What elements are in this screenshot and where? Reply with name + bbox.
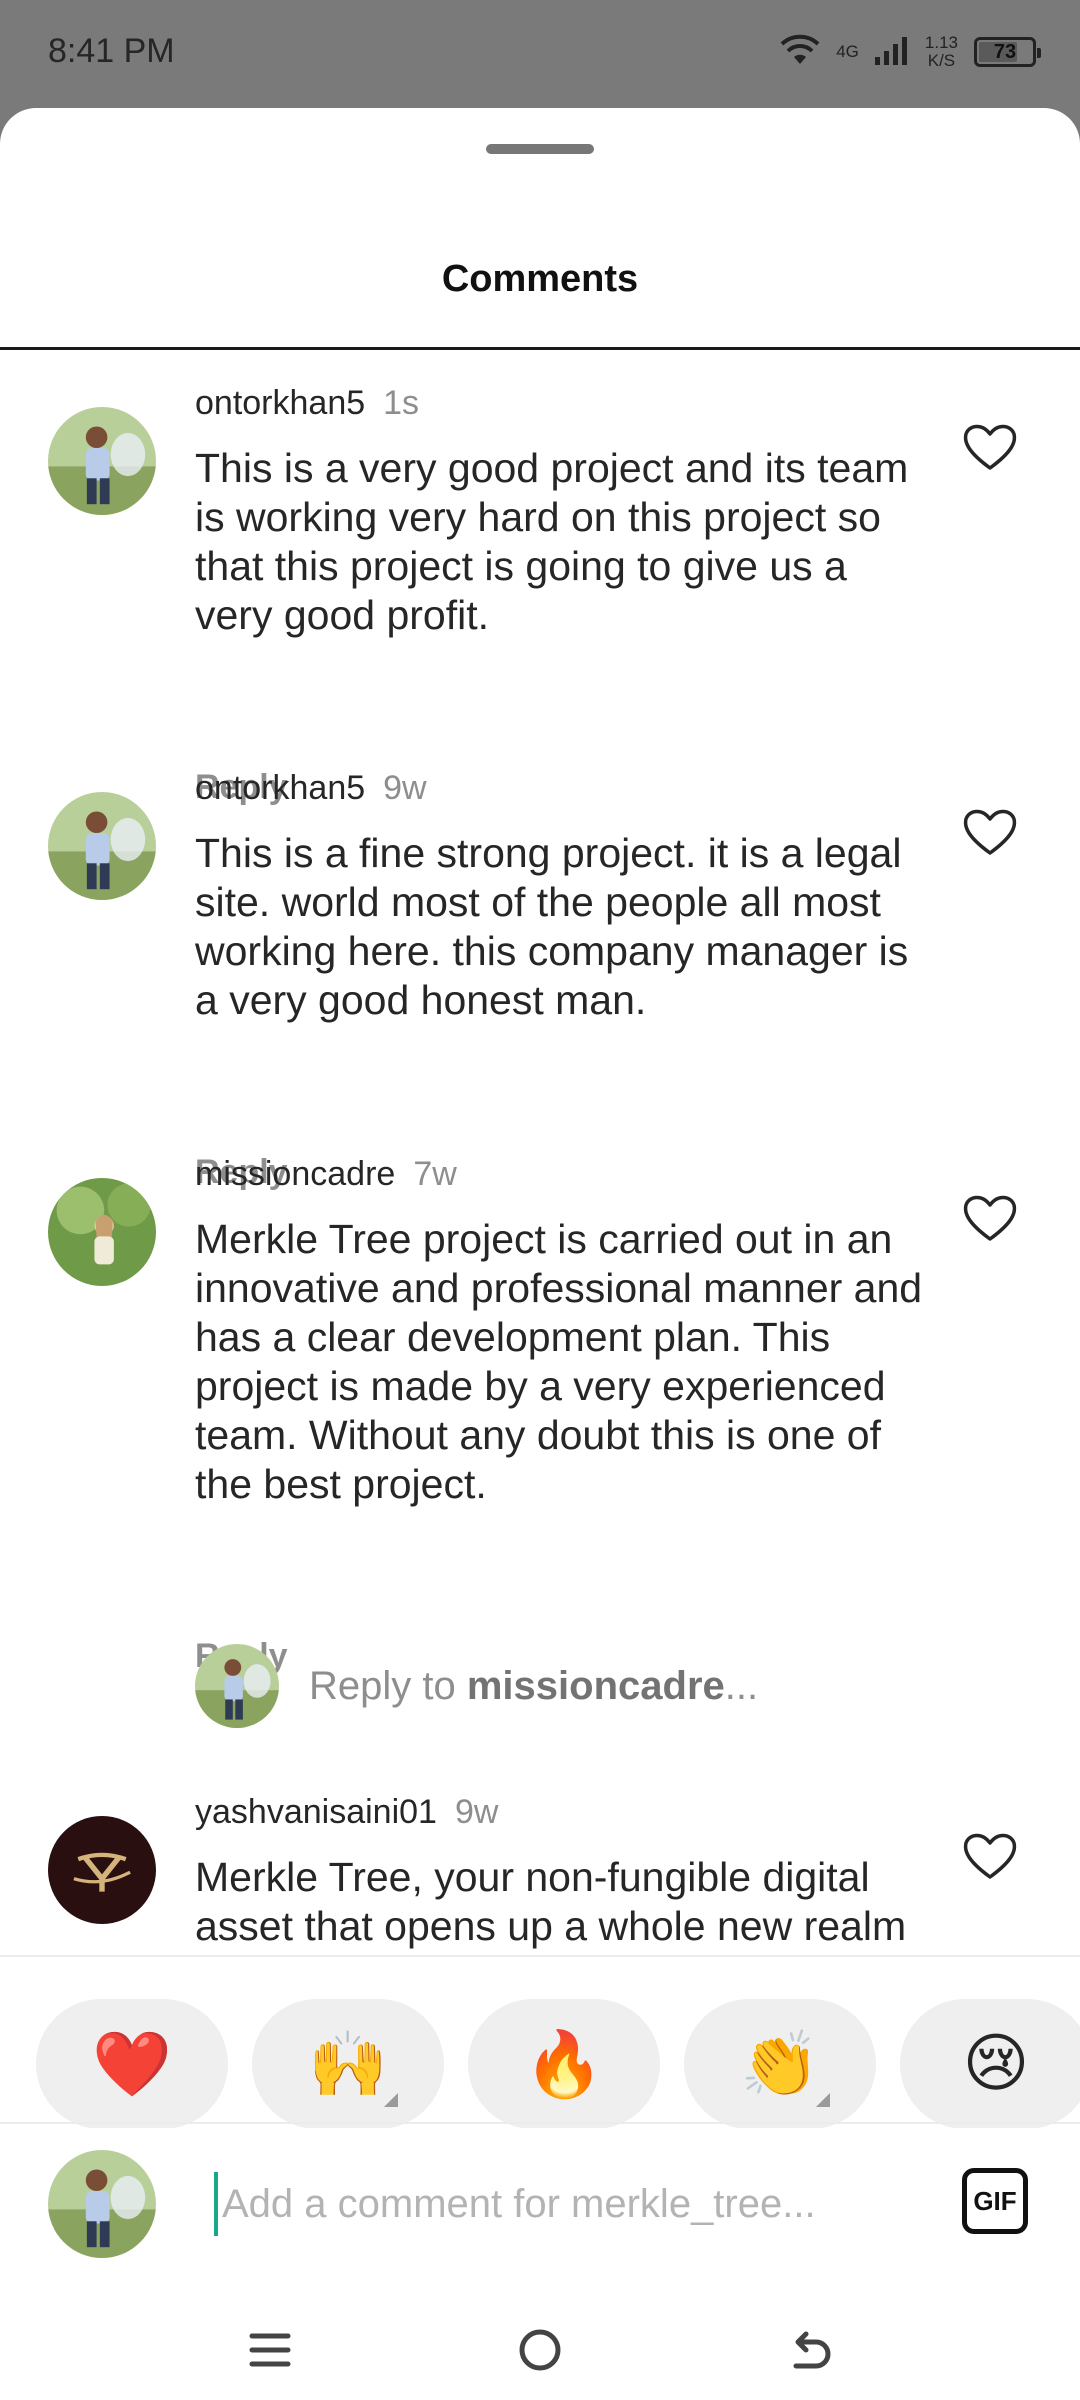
comment-text: Merkle Tree, your non-fungible digital a…	[195, 1854, 907, 1949]
comment-text: This is a very good project and its team…	[195, 445, 909, 638]
variant-indicator-icon	[384, 2093, 398, 2107]
comment-input[interactable]	[214, 2172, 854, 2236]
signal-icon	[874, 35, 909, 70]
net-speed: 1.13 K/S	[924, 33, 958, 70]
gif-button[interactable]: GIF	[962, 2168, 1028, 2234]
comment-header: ontorkhan5 1s	[195, 384, 419, 423]
status-bar: 8:41 PM 4G 1.13 K/S 73	[0, 0, 1080, 108]
back-icon[interactable]	[780, 2320, 840, 2380]
reaction-clap-button[interactable]: 👏	[684, 1999, 876, 2129]
like-heart-icon[interactable]	[962, 1831, 1018, 1881]
comment-time: 9w	[454, 1793, 499, 1831]
comment-username[interactable]: missioncadre	[195, 1155, 395, 1193]
comment-username[interactable]: ontorkhan5	[195, 384, 365, 422]
avatar	[195, 1644, 279, 1728]
avatar[interactable]	[48, 407, 156, 515]
comment-header: missioncadre 7w	[195, 1155, 457, 1194]
like-heart-icon[interactable]	[962, 1193, 1018, 1243]
reply-prompt-text[interactable]: Reply to missioncadre...	[309, 1664, 758, 1709]
system-nav-bar	[0, 2290, 1080, 2400]
comment-header: yashvanisaini01 9w	[195, 1793, 498, 1832]
status-icons: 4G 1.13 K/S 73	[780, 30, 1041, 74]
avatar[interactable]	[48, 792, 156, 900]
reaction-heart-button[interactable]: ❤️	[36, 1999, 228, 2129]
reply-prompt-row[interactable]: Reply to missioncadre...	[195, 1644, 1035, 1728]
avatar[interactable]	[48, 1816, 156, 1924]
drag-handle[interactable]	[486, 144, 594, 154]
comment-username[interactable]: ontorkhan5	[195, 769, 365, 807]
reaction-crying-button[interactable]: 😢	[900, 1999, 1080, 2129]
comment-text: This is a fine strong project. it is a l…	[195, 830, 909, 1023]
variant-indicator-icon	[816, 2093, 830, 2107]
composer-divider	[0, 2122, 1080, 2124]
quick-reactions-bar: ❤️ 🙌 🔥 👏 😢	[0, 1957, 1080, 2129]
home-icon[interactable]	[510, 2320, 570, 2380]
comment-time: 9w	[383, 769, 427, 807]
wifi-icon	[780, 34, 820, 71]
my-avatar	[48, 2150, 156, 2258]
comment-time: 7w	[413, 1155, 457, 1193]
status-time: 8:41 PM	[48, 32, 175, 70]
avatar[interactable]	[48, 1178, 156, 1286]
comment-header: ontorkhan5 9w	[195, 769, 427, 808]
like-heart-icon[interactable]	[962, 422, 1018, 472]
comment-time: 1s	[383, 384, 420, 422]
battery-icon: 73	[974, 37, 1041, 67]
comment-item: yashvanisaini01 9w Merkle Tree, your non-…	[0, 1793, 1080, 1963]
title-divider	[0, 347, 1080, 350]
like-heart-icon[interactable]	[962, 807, 1018, 857]
comment-username[interactable]: yashvanisaini01	[195, 1793, 437, 1831]
network-type: 4G	[836, 42, 859, 61]
reaction-raised-hands-button[interactable]: 🙌	[252, 1999, 444, 2129]
menu-icon[interactable]	[240, 2320, 300, 2380]
reaction-fire-button[interactable]: 🔥	[468, 1999, 660, 2129]
battery-level: 73	[993, 40, 1017, 63]
sheet-title: Comments	[441, 258, 639, 300]
comment-text: Merkle Tree project is carried out in an…	[195, 1216, 923, 1507]
